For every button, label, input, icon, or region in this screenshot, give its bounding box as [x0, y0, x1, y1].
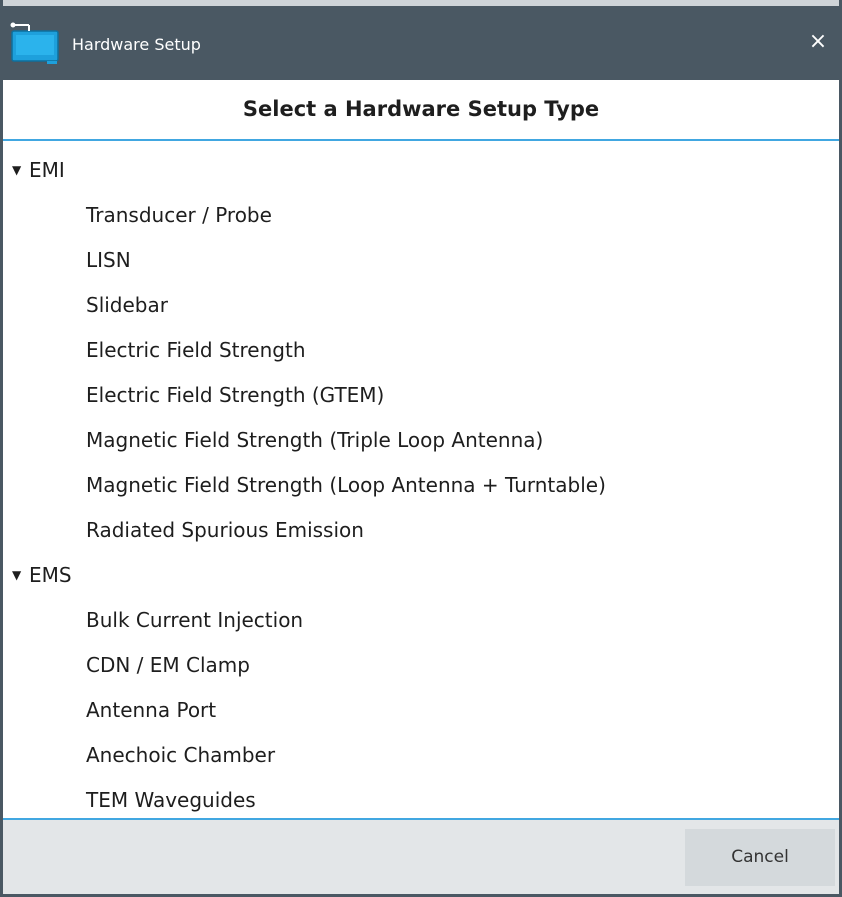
tree-item[interactable]: TEM Waveguides — [3, 778, 839, 818]
tree-item[interactable]: Slidebar — [3, 283, 839, 328]
hardware-setup-dialog: Hardware Setup × Select a Hardware Setup… — [0, 0, 842, 897]
tree-item[interactable]: Transducer / Probe — [3, 193, 839, 238]
tree-item[interactable]: Radiated Spurious Emission — [3, 508, 839, 553]
hardware-type-tree: ▼ EMI Transducer / Probe LISN Slidebar Electr… — [3, 148, 839, 818]
window-title: Hardware Setup — [72, 35, 201, 54]
tree-item[interactable]: Electric Field Strength — [3, 328, 839, 373]
hardware-setup-app-icon — [10, 22, 59, 64]
tree-item[interactable]: Electric Field Strength (GTEM) — [3, 373, 839, 418]
tree-item[interactable]: CDN / EM Clamp — [3, 643, 839, 688]
tree-group-ems[interactable]: ▼ EMS — [3, 553, 839, 598]
close-icon[interactable]: × — [803, 27, 833, 57]
dialog-footer: Cancel — [3, 818, 839, 894]
tree-item[interactable]: Antenna Port — [3, 688, 839, 733]
tree-item[interactable]: Bulk Current Injection — [3, 598, 839, 643]
title-bar: Hardware Setup × — [3, 0, 839, 80]
page-title: Select a Hardware Setup Type — [242, 97, 600, 121]
expand-arrow-icon[interactable]: ▼ — [12, 553, 21, 598]
expand-arrow-icon[interactable]: ▼ — [12, 148, 21, 193]
tree-item[interactable]: Magnetic Field Strength (Triple Loop Ant… — [3, 418, 839, 463]
tree-group-label: EMS — [29, 563, 72, 587]
tree-item[interactable]: Magnetic Field Strength (Loop Antenna + … — [3, 463, 839, 508]
tree-item[interactable]: LISN — [3, 238, 839, 283]
tree-group-label: EMI — [29, 158, 65, 182]
tree-item[interactable]: Anechoic Chamber — [3, 733, 839, 778]
dialog-header: Select a Hardware Setup Type — [3, 80, 839, 141]
tree-group-emi[interactable]: ▼ EMI — [3, 148, 839, 193]
cancel-button[interactable]: Cancel — [685, 829, 835, 886]
